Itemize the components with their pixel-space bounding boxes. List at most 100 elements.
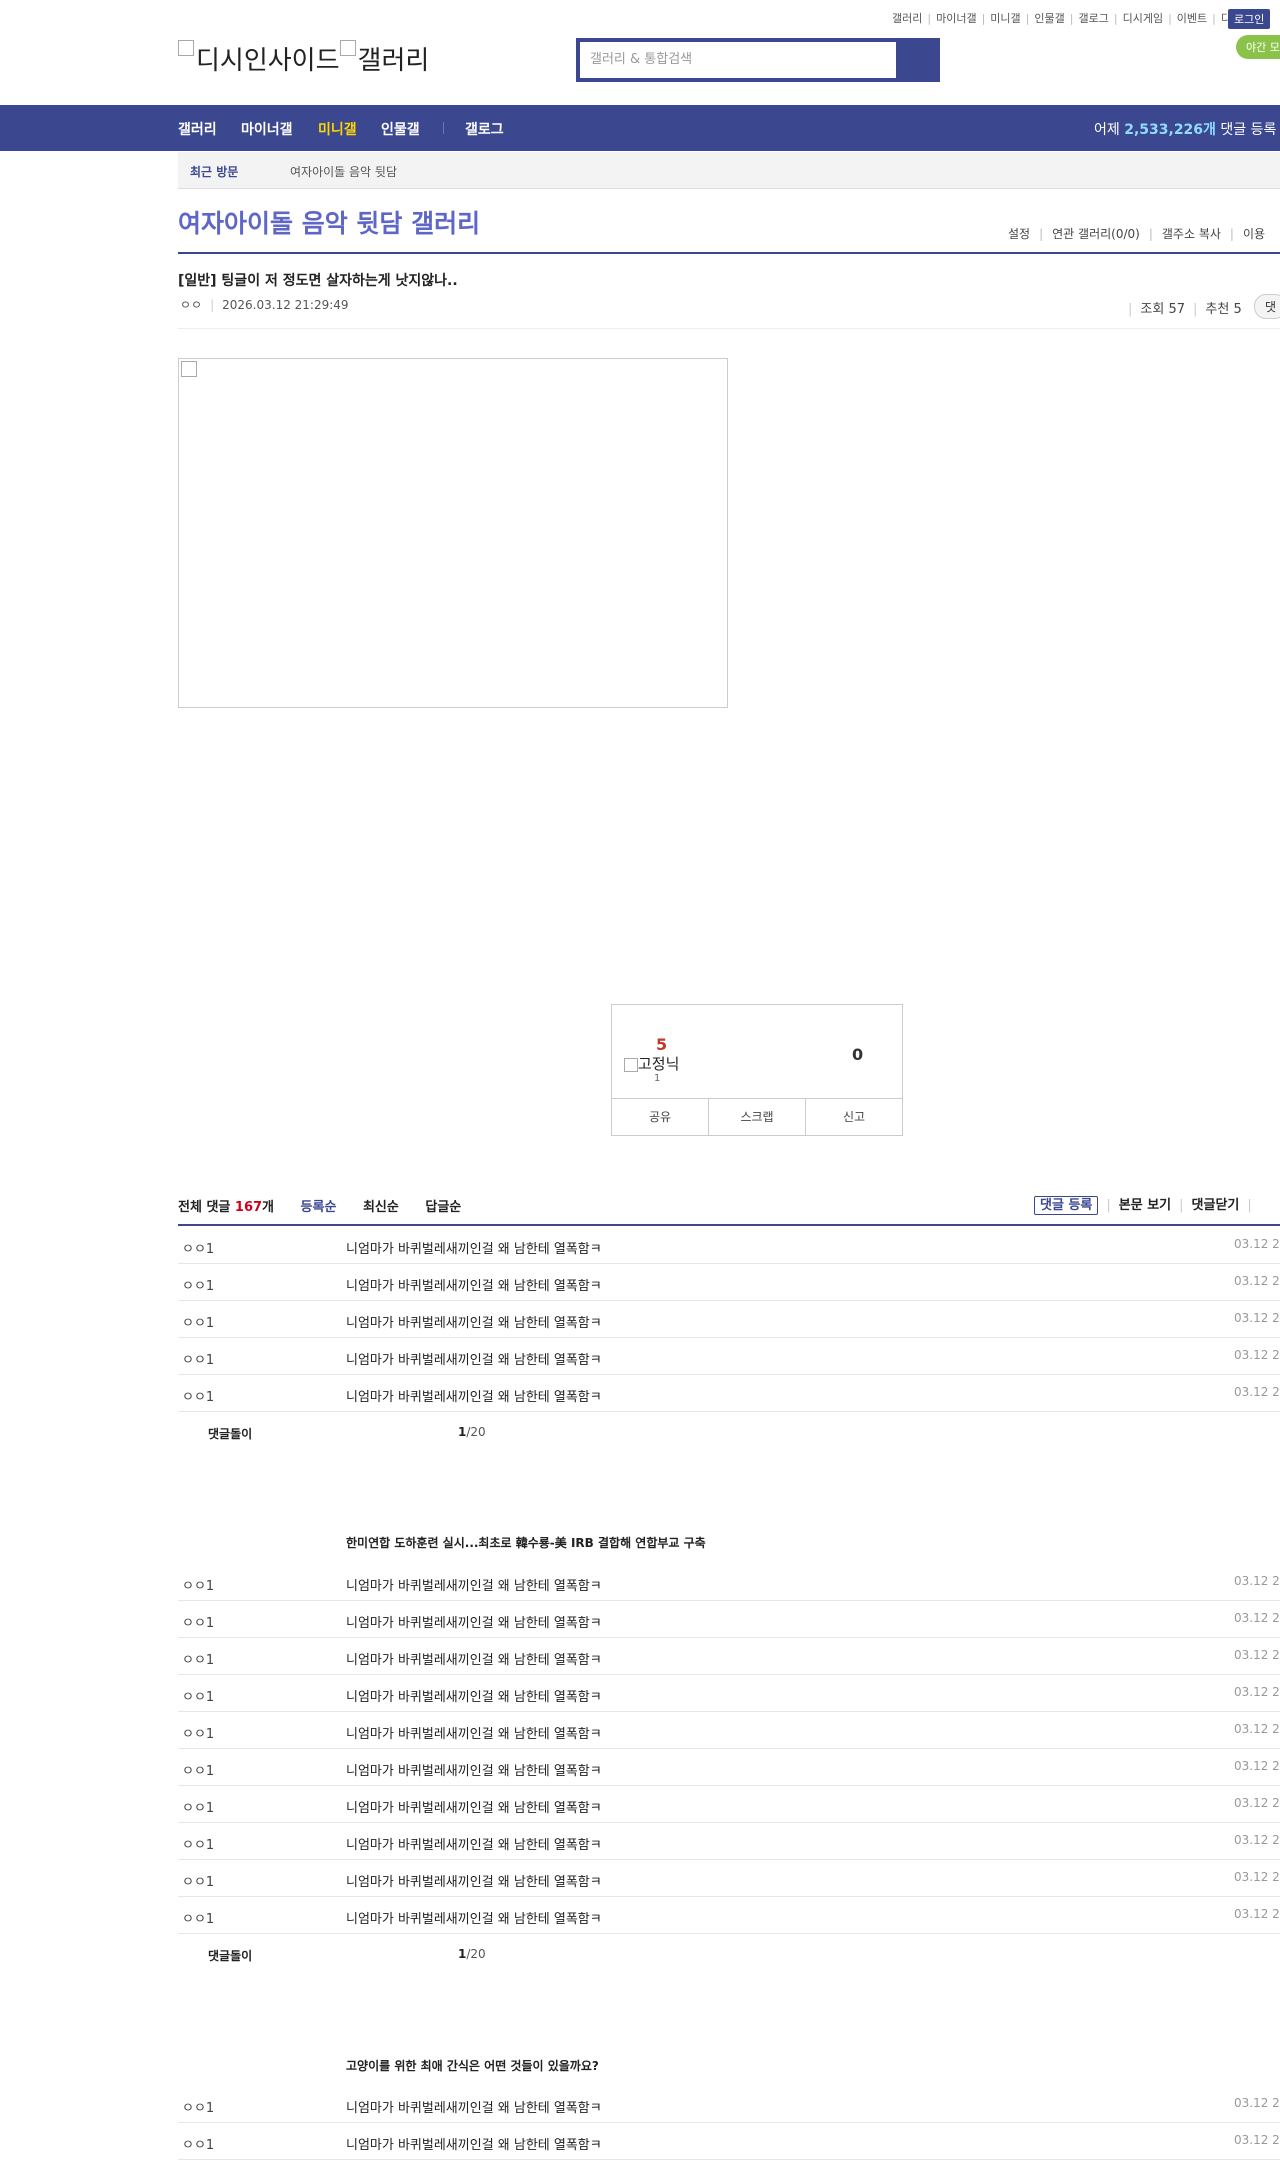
top-links: 갤러리|마이너갤|미니갤|인물갤|갤로그|디시게임|이벤트|디시콘 <box>892 10 1251 26</box>
nav-item-minor[interactable]: 마이너갤 <box>241 119 293 139</box>
top-link[interactable]: 마이너갤 <box>936 12 976 25</box>
sort-by-replies[interactable]: 답글순 <box>425 1200 461 1215</box>
gallery-menu-usage[interactable]: 이용 <box>1243 227 1265 241</box>
comment-text: 니엄마가 바퀴벌레새끼인걸 왜 남한테 열폭함ㅋ <box>346 1579 602 1594</box>
gallery-menu-settings[interactable]: 설정 <box>1008 227 1030 241</box>
gallery-title[interactable]: 여자아이돌 음악 뒷담 갤러리 <box>178 204 480 240</box>
comment-row: ㅇㅇ1 니엄마가 바퀴벌레새끼인걸 왜 남한테 열폭함ㅋ 03.12 21 <box>178 1226 1280 1264</box>
comment-date: 03.12 21 <box>1234 1311 1280 1325</box>
nav-item-person[interactable]: 인물갤 <box>381 119 420 139</box>
comment-text: 니엄마가 바퀴벌레새끼인걸 왜 남한테 열폭함ㅋ <box>346 1653 602 1668</box>
upvote-button[interactable]: 고정닉 <box>624 1053 679 1074</box>
downvote-count[interactable]: 0 <box>852 1045 863 1064</box>
comment-author[interactable]: ㅇㅇ1 <box>182 1386 214 1405</box>
comment-row: ㅇㅇ1 니엄마가 바퀴벌레새끼인걸 왜 남한테 열폭함ㅋ 03.12 21 <box>178 1711 1280 1749</box>
top-link[interactable]: 이벤트 <box>1177 12 1207 25</box>
comment-date: 03.12 21 <box>1234 1611 1280 1625</box>
post-title: [일반] 팅글이 저 정도면 살자하는게 낫지않나.. <box>178 273 458 289</box>
scrap-button[interactable]: 스크랩 <box>709 1099 806 1136</box>
login-button[interactable]: 로그인 <box>1228 9 1271 29</box>
comment-author[interactable]: ㅇㅇ1 <box>182 1871 214 1890</box>
top-link[interactable]: 갤로그 <box>1078 12 1108 25</box>
nav-item-gallery[interactable]: 갤러리 <box>178 119 217 139</box>
comment-stats: 어제 2,533,226개 댓글 등록 <box>1094 119 1276 139</box>
comment-author[interactable]: ㅇㅇ1 <box>182 1349 214 1368</box>
comment-row: ㅇㅇ1 니엄마가 바퀴벌레새끼인걸 왜 남한테 열폭함ㅋ 03.12 21 <box>178 1748 1280 1786</box>
view-body-button[interactable]: 본문 보기 <box>1119 1198 1171 1213</box>
comment-author[interactable]: ㅇㅇ1 <box>182 1612 214 1631</box>
comment-author[interactable]: ㅇㅇ1 <box>182 1760 214 1779</box>
comment-row: ㅇㅇ1 니엄마가 바퀴벌레새끼인걸 왜 남한테 열폭함ㅋ 03.12 21 <box>178 1637 1280 1675</box>
comment-date: 03.12 21 <box>1234 1274 1280 1288</box>
page-total: /20 <box>466 1947 486 1961</box>
comment-author[interactable]: ㅇㅇ1 <box>182 1834 214 1853</box>
comment-row: ㅇㅇ1 니엄마가 바퀴벌레새끼인걸 왜 남한테 열폭함ㅋ 03.12 21 <box>178 1374 1280 1412</box>
upvote-count: 5 <box>656 1035 668 1054</box>
comment-bot-pagination[interactable]: 1/20 <box>458 1947 486 1961</box>
share-button[interactable]: 공유 <box>612 1099 709 1136</box>
comment-date: 03.12 21 <box>1234 1833 1280 1847</box>
comment-row: ㅇㅇ1 니엄마가 바퀴벌레새끼인걸 왜 남한테 열폭함ㅋ 03.12 21 <box>178 1785 1280 1823</box>
comment-author[interactable]: ㅇㅇ1 <box>182 1797 214 1816</box>
nav-item-gallog[interactable]: 갤로그 <box>465 119 504 139</box>
register-comment-button[interactable]: 댓글 등록 <box>1034 1196 1099 1215</box>
gallery-menu-copy-url[interactable]: 갤주소 복사 <box>1162 227 1221 241</box>
comment-author[interactable]: ㅇㅇ1 <box>182 1275 214 1294</box>
recent-item[interactable]: 여자아이돌 음악 뒷담 <box>290 163 397 180</box>
close-comments-button[interactable]: 댓글닫기 <box>1192 1198 1240 1213</box>
comment-date: 03.12 21 <box>1234 1722 1280 1736</box>
nav-item-mini[interactable]: 미니갤 <box>318 119 357 139</box>
post-image <box>178 358 728 708</box>
comment-bot-pagination[interactable]: 1/20 <box>458 1425 486 1439</box>
top-link[interactable]: 미니갤 <box>990 12 1020 25</box>
comment-author[interactable]: ㅇㅇ1 <box>182 1686 214 1705</box>
recent-label: 최근 방문 <box>190 165 239 179</box>
report-button[interactable]: 신고 <box>806 1099 902 1136</box>
comment-text: 니엄마가 바퀴벌레새끼인걸 왜 남한테 열폭함ㅋ <box>346 1616 602 1631</box>
comment-row: ㅇㅇ1 니엄마가 바퀴벌레새끼인걸 왜 남한테 열폭함ㅋ 03.12 21 <box>178 1822 1280 1860</box>
comment-row: ㅇㅇ1 니엄마가 바퀴벌레새끼인걸 왜 남한테 열폭함ㅋ 03.12 21 <box>178 1896 1280 1934</box>
top-link[interactable]: 인물갤 <box>1034 12 1064 25</box>
comment-text: 니엄마가 바퀴벌레새끼인걸 왜 남한테 열폭함ㅋ <box>346 1875 602 1890</box>
top-link[interactable]: 디시게임 <box>1123 12 1163 25</box>
comment-author[interactable]: ㅇㅇ1 <box>182 1649 214 1668</box>
comment-date: 03.12 21 <box>1234 1348 1280 1362</box>
comments-label: 전체 댓글 <box>178 1200 231 1215</box>
vote-actions: 공유 스크랩 신고 <box>612 1098 902 1136</box>
stats-value: 2,533,226개 <box>1124 122 1216 138</box>
news-headline[interactable]: 고양이를 위한 최애 간식은 어떤 것들이 있을까요? <box>346 2057 599 2074</box>
top-link[interactable]: 갤러리 <box>892 12 922 25</box>
sort-by-registered[interactable]: 등록순 <box>301 1200 337 1215</box>
comment-author[interactable]: ㅇㅇ1 <box>182 1908 214 1927</box>
comment-author[interactable]: ㅇㅇ1 <box>182 1238 214 1257</box>
news-headline[interactable]: 한미연합 도하훈련 실시...최초로 韓수룡-美 IRB 결합해 연합부교 구축 <box>346 1534 706 1551</box>
vote-box: 5 고정닉 1 0 공유 스크랩 신고 <box>611 1004 903 1136</box>
comment-author[interactable]: ㅇㅇ1 <box>182 1575 214 1594</box>
comment-author[interactable]: ㅇㅇ1 <box>182 1312 214 1331</box>
post-recommend: 추천 5 <box>1205 302 1242 317</box>
comment-author[interactable]: ㅇㅇ1 <box>182 2097 214 2116</box>
comment-row: ㅇㅇ1 니엄마가 바퀴벌레새끼인걸 왜 남한테 열폭함ㅋ 03.12 21 <box>178 2085 1280 2123</box>
comment-text: 니엄마가 바퀴벌레새끼인걸 왜 남한테 열폭함ㅋ <box>346 1353 602 1368</box>
comment-jump-button[interactable]: 댓 <box>1254 294 1280 319</box>
search-input[interactable]: 갤러리 & 통합검색 <box>580 42 896 78</box>
comment-bot-label: 댓글돌이 <box>208 1949 253 1963</box>
post-author[interactable]: ㅇㅇ <box>180 298 202 312</box>
comment-text: 니엄마가 바퀴벌레새끼인걸 왜 남한테 열폭함ㅋ <box>346 2101 602 2116</box>
comment-row: ㅇㅇ1 니엄마가 바퀴벌레새끼인걸 왜 남한테 열폭함ㅋ 03.12 21 <box>178 1600 1280 1638</box>
comment-text: 니엄마가 바퀴벌레새끼인걸 왜 남한테 열폭함ㅋ <box>346 1390 602 1405</box>
stats-suffix: 댓글 등록 <box>1220 122 1277 138</box>
comment-author[interactable]: ㅇㅇ1 <box>182 1723 214 1742</box>
gallery-menu-related[interactable]: 연관 갤러리(0/0) <box>1052 227 1140 241</box>
comment-author[interactable]: ㅇㅇ1 <box>182 2134 214 2153</box>
sort-by-latest[interactable]: 최신순 <box>363 1200 399 1215</box>
logo-sub: 갤러리 <box>357 46 430 76</box>
post-header-divider <box>178 328 1280 329</box>
comments-count: 167 <box>234 1200 263 1215</box>
search-box: 갤러리 & 통합검색 <box>576 38 940 82</box>
gallery-menu: 설정 | 연관 갤러리(0/0) | 갤주소 복사 | 이용 <box>1008 227 1266 241</box>
site-logo[interactable]: 디시인사이드 갤러리 <box>178 40 429 77</box>
night-mode-toggle[interactable]: 야간 모드 <box>1236 35 1280 59</box>
search-button[interactable] <box>900 38 940 82</box>
stats-prefix: 어제 <box>1094 122 1120 138</box>
